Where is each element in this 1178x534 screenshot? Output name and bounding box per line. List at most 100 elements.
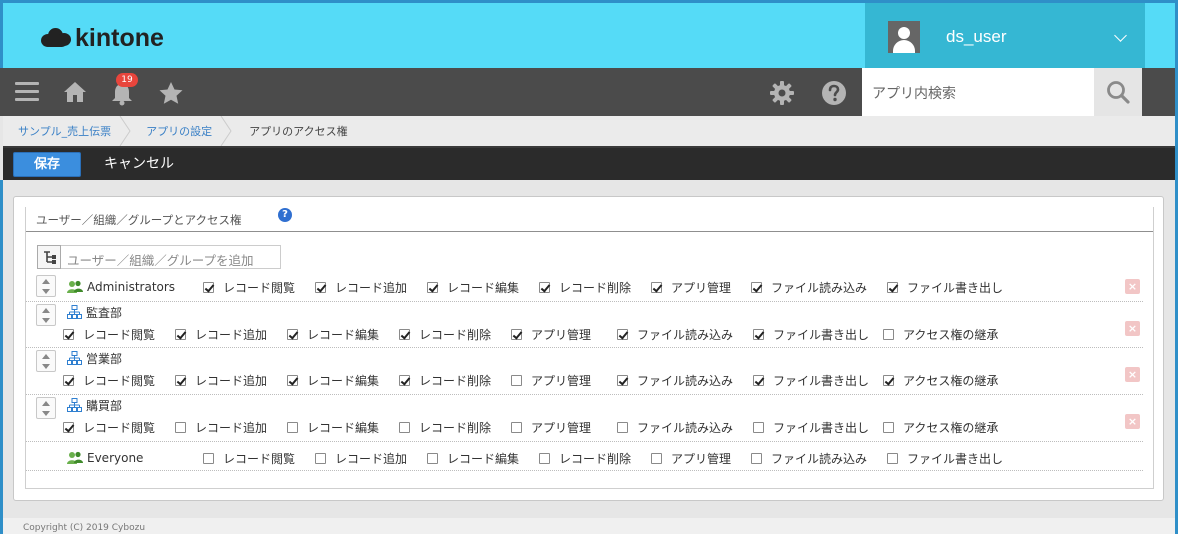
unchecked-checkbox[interactable] xyxy=(427,452,438,464)
permission-checkbox-item[interactable]: アクセス権の継承 xyxy=(883,419,998,435)
permission-checkbox-item[interactable]: ファイル読み込み xyxy=(617,419,733,435)
permission-checkbox-item[interactable]: レコード追加 xyxy=(315,279,407,295)
checked-checkbox[interactable] xyxy=(887,281,898,293)
reorder-stepper[interactable] xyxy=(36,397,56,419)
checked-checkbox[interactable] xyxy=(399,328,410,340)
arrow-down-icon[interactable] xyxy=(42,364,50,369)
checked-checkbox[interactable] xyxy=(63,421,74,433)
permission-checkbox-item[interactable]: レコード削除 xyxy=(539,450,631,466)
unchecked-checkbox[interactable] xyxy=(617,421,628,433)
app-search-input[interactable]: アプリ内検索 xyxy=(862,68,1094,116)
permission-checkbox-item[interactable]: レコード閲覧 xyxy=(203,279,295,295)
unchecked-checkbox[interactable] xyxy=(887,452,898,464)
permission-checkbox-item[interactable]: レコード編集 xyxy=(287,372,379,388)
reorder-stepper[interactable] xyxy=(36,275,56,297)
unchecked-checkbox[interactable] xyxy=(315,452,326,464)
checked-checkbox[interactable] xyxy=(753,328,764,340)
hamburger-menu-icon[interactable] xyxy=(15,82,39,102)
breadcrumb-app-link[interactable]: サンプル_売上伝票 xyxy=(3,116,131,146)
add-user-input[interactable]: ユーザー／組織／グループを追加 xyxy=(61,245,281,269)
permission-checkbox-item[interactable]: ファイル書き出し xyxy=(887,450,1003,466)
settings-gear-icon[interactable] xyxy=(769,80,795,106)
arrow-up-icon[interactable] xyxy=(42,279,50,284)
remove-entry-button[interactable]: × xyxy=(1125,367,1140,382)
unchecked-checkbox[interactable] xyxy=(651,452,662,464)
permission-checkbox-item[interactable]: アクセス権の継承 xyxy=(883,326,998,342)
permission-checkbox-item[interactable]: アプリ管理 xyxy=(511,419,591,435)
save-button[interactable]: 保存 xyxy=(13,152,81,177)
cancel-button[interactable]: キャンセル xyxy=(104,152,174,177)
permission-checkbox-item[interactable]: レコード編集 xyxy=(287,419,379,435)
permission-checkbox-item[interactable]: レコード追加 xyxy=(315,450,407,466)
checked-checkbox[interactable] xyxy=(287,374,298,386)
favorites-star-icon[interactable] xyxy=(158,81,184,105)
permission-checkbox-item[interactable]: アプリ管理 xyxy=(511,372,591,388)
arrow-down-icon[interactable] xyxy=(42,289,50,294)
kintone-logo[interactable]: kintone xyxy=(41,24,164,52)
unchecked-checkbox[interactable] xyxy=(751,452,762,464)
arrow-down-icon[interactable] xyxy=(42,411,50,416)
home-icon[interactable] xyxy=(63,81,87,103)
permission-checkbox-item[interactable]: ファイル読み込み xyxy=(617,326,733,342)
checked-checkbox[interactable] xyxy=(399,374,410,386)
org-tree-button[interactable] xyxy=(37,245,61,269)
unchecked-checkbox[interactable] xyxy=(287,421,298,433)
arrow-up-icon[interactable] xyxy=(42,354,50,359)
breadcrumb-settings-link[interactable]: アプリの設定 xyxy=(131,116,232,146)
reorder-stepper[interactable] xyxy=(36,304,56,326)
arrow-up-icon[interactable] xyxy=(42,401,50,406)
help-icon[interactable] xyxy=(821,80,847,106)
arrow-down-icon[interactable] xyxy=(42,318,50,323)
unchecked-checkbox[interactable] xyxy=(511,374,522,386)
checked-checkbox[interactable] xyxy=(427,281,438,293)
checked-checkbox[interactable] xyxy=(617,374,628,386)
permission-checkbox-item[interactable]: レコード追加 xyxy=(175,326,267,342)
checked-checkbox[interactable] xyxy=(651,281,662,293)
permission-checkbox-item[interactable]: アプリ管理 xyxy=(651,450,731,466)
permission-checkbox-item[interactable]: レコード追加 xyxy=(175,372,267,388)
permission-checkbox-item[interactable]: アクセス権の継承 xyxy=(883,372,998,388)
permission-checkbox-item[interactable]: ファイル読み込み xyxy=(751,279,867,295)
checked-checkbox[interactable] xyxy=(175,328,186,340)
checked-checkbox[interactable] xyxy=(175,374,186,386)
checked-checkbox[interactable] xyxy=(63,328,74,340)
user-menu[interactable]: ds_user xyxy=(865,3,1145,71)
reorder-stepper[interactable] xyxy=(36,350,56,372)
permission-checkbox-item[interactable]: レコード閲覧 xyxy=(63,419,155,435)
unchecked-checkbox[interactable] xyxy=(399,421,410,433)
checked-checkbox[interactable] xyxy=(315,281,326,293)
permission-checkbox-item[interactable]: レコード編集 xyxy=(427,279,519,295)
permission-checkbox-item[interactable]: ファイル書き出し xyxy=(887,279,1003,295)
remove-entry-button[interactable]: × xyxy=(1125,279,1140,294)
permission-checkbox-item[interactable]: レコード閲覧 xyxy=(63,372,155,388)
permission-checkbox-item[interactable]: アプリ管理 xyxy=(651,279,731,295)
permission-checkbox-item[interactable]: ファイル読み込み xyxy=(751,450,867,466)
unchecked-checkbox[interactable] xyxy=(883,421,894,433)
search-button[interactable] xyxy=(1094,68,1142,116)
checked-checkbox[interactable] xyxy=(203,281,214,293)
permission-checkbox-item[interactable]: アプリ管理 xyxy=(511,326,591,342)
checked-checkbox[interactable] xyxy=(753,374,764,386)
permission-checkbox-item[interactable]: レコード編集 xyxy=(427,450,519,466)
unchecked-checkbox[interactable] xyxy=(539,452,550,464)
help-question-icon[interactable]: ? xyxy=(278,208,292,222)
permission-checkbox-item[interactable]: ファイル読み込み xyxy=(617,372,733,388)
unchecked-checkbox[interactable] xyxy=(175,421,186,433)
permission-checkbox-item[interactable]: レコード削除 xyxy=(399,372,491,388)
permission-checkbox-item[interactable]: ファイル書き出し xyxy=(753,372,869,388)
remove-entry-button[interactable]: × xyxy=(1125,321,1140,336)
permission-checkbox-item[interactable]: レコード削除 xyxy=(539,279,631,295)
arrow-up-icon[interactable] xyxy=(42,308,50,313)
unchecked-checkbox[interactable] xyxy=(753,421,764,433)
permission-checkbox-item[interactable]: ファイル書き出し xyxy=(753,419,869,435)
checked-checkbox[interactable] xyxy=(751,281,762,293)
checked-checkbox[interactable] xyxy=(539,281,550,293)
remove-entry-button[interactable]: × xyxy=(1125,414,1140,429)
permission-checkbox-item[interactable]: レコード閲覧 xyxy=(203,450,295,466)
permission-checkbox-item[interactable]: レコード閲覧 xyxy=(63,326,155,342)
permission-checkbox-item[interactable]: レコード削除 xyxy=(399,326,491,342)
checked-checkbox[interactable] xyxy=(63,374,74,386)
permission-checkbox-item[interactable]: ファイル書き出し xyxy=(753,326,869,342)
unchecked-checkbox[interactable] xyxy=(203,452,214,464)
checked-checkbox[interactable] xyxy=(883,374,894,386)
